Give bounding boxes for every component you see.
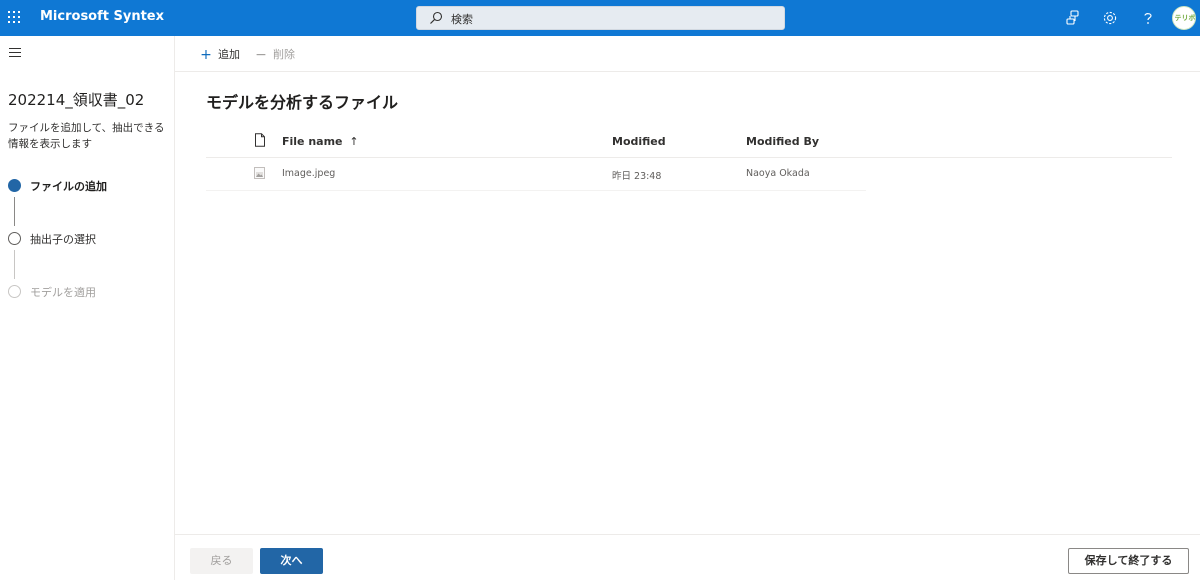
column-modified[interactable]: Modified: [612, 135, 666, 148]
avatar-text: テリボ: [1174, 14, 1196, 22]
step-label: ファイルの追加: [30, 180, 107, 193]
hamburger-menu-icon[interactable]: [9, 48, 21, 58]
search-placeholder: 検索: [451, 13, 473, 26]
top-bar: Microsoft Syntex 検索 テリボ: [0, 0, 1200, 36]
delete-button: − 削除: [255, 46, 295, 62]
file-type-icon[interactable]: [254, 133, 266, 147]
step-pending-icon: [8, 232, 21, 245]
modified-by-cell: Naoya Okada: [746, 168, 810, 179]
step-active-icon: [8, 179, 21, 192]
search-input[interactable]: 検索: [416, 6, 785, 30]
column-modified-by[interactable]: Modified By: [746, 135, 819, 148]
back-button: 戻る: [190, 548, 253, 574]
minus-icon: −: [255, 47, 267, 63]
sort-ascending-icon: ↑: [349, 135, 359, 148]
step-label: 抽出子の選択: [30, 233, 96, 246]
file-name-link[interactable]: Image.jpeg: [282, 168, 335, 179]
add-label: 追加: [218, 48, 240, 61]
modified-cell: 昨日 23:48: [612, 171, 662, 182]
step-label: モデルを適用: [30, 286, 96, 299]
avatar[interactable]: テリボ: [1172, 6, 1196, 30]
column-file-name[interactable]: File name ↑: [282, 135, 359, 148]
column-file-name-label: File name: [282, 135, 343, 148]
table-row[interactable]: Image.jpeg 昨日 23:48 Naoya Okada: [206, 159, 866, 191]
gear-icon[interactable]: [1101, 9, 1119, 27]
plus-icon: +: [200, 47, 212, 63]
help-icon[interactable]: [1139, 9, 1157, 27]
app-launcher-icon[interactable]: [8, 11, 22, 25]
model-title: 202214_領収書_02: [8, 91, 145, 109]
search-icon: [430, 11, 443, 24]
delete-label: 削除: [273, 48, 295, 61]
step-connector: [14, 250, 15, 279]
left-pane: 202214_領収書_02 ファイルを追加して、抽出できる情報を表示します ファ…: [0, 36, 175, 580]
next-button[interactable]: 次へ: [260, 548, 323, 574]
command-bar: + 追加 − 削除: [175, 36, 1200, 72]
image-file-icon: [254, 167, 265, 179]
step-disabled-icon: [8, 285, 21, 298]
file-list-header: File name ↑ Modified Modified By: [206, 125, 1172, 158]
app-name[interactable]: Microsoft Syntex: [40, 9, 164, 24]
save-and-exit-button[interactable]: 保存して終了する: [1068, 548, 1189, 574]
page-title: モデルを分析するファイル: [206, 93, 399, 112]
model-description: ファイルを追加して、抽出できる情報を表示します: [8, 122, 165, 150]
settings-group-icon[interactable]: [1064, 9, 1082, 27]
add-button[interactable]: + 追加: [200, 46, 240, 62]
step-connector: [14, 197, 15, 226]
footer: 戻る 次へ 保存して終了する: [175, 534, 1200, 580]
